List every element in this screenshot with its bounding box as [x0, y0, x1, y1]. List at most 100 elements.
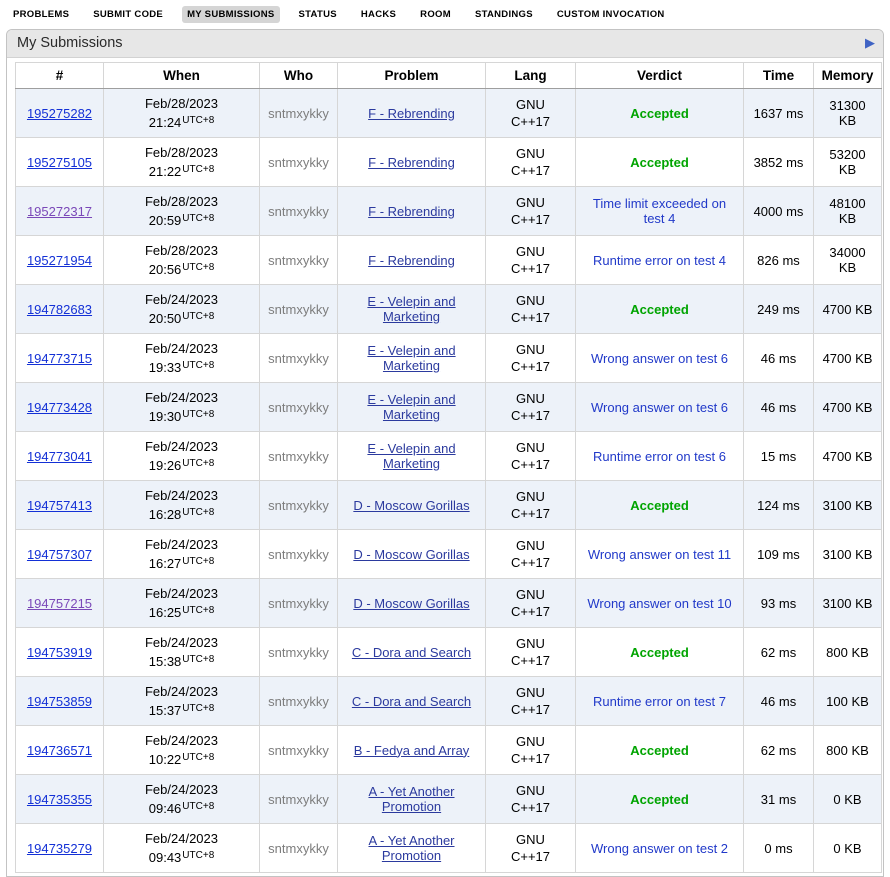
language-label: GNU C++17: [506, 194, 556, 228]
submission-id-link[interactable]: 194735279: [27, 841, 92, 856]
who-cell: sntmxykky: [260, 285, 338, 334]
problem-link[interactable]: A - Yet Another Promotion: [368, 784, 454, 814]
verdict-text[interactable]: Wrong answer on test 6: [591, 400, 728, 415]
problem-link[interactable]: C - Dora and Search: [352, 694, 471, 709]
problem-link[interactable]: E - Velepin and Marketing: [367, 294, 455, 324]
verdict-text[interactable]: Wrong answer on test 2: [591, 841, 728, 856]
submission-id-link[interactable]: 194782683: [27, 302, 92, 317]
problem-link[interactable]: F - Rebrending: [368, 253, 455, 268]
problem-link[interactable]: F - Rebrending: [368, 155, 455, 170]
submission-id-link[interactable]: 194757215: [27, 596, 92, 611]
language-label: GNU C++17: [506, 488, 556, 522]
timezone-label: UTC+8: [182, 213, 214, 224]
user-handle-link[interactable]: sntmxykky: [268, 645, 329, 660]
memory-used: 100 KB: [814, 677, 882, 726]
user-handle-link[interactable]: sntmxykky: [268, 498, 329, 513]
nav-item-hacks[interactable]: HACKS: [356, 6, 401, 23]
verdict-text[interactable]: Runtime error on test 7: [593, 694, 726, 709]
nav-item-standings[interactable]: STANDINGS: [470, 6, 538, 23]
nav-item-status[interactable]: STATUS: [294, 6, 342, 23]
submission-id-link[interactable]: 195272317: [27, 204, 92, 219]
id-cell: 194773428: [16, 383, 104, 432]
who-cell: sntmxykky: [260, 236, 338, 285]
verdict-text[interactable]: Accepted: [630, 498, 689, 513]
submission-id-link[interactable]: 194773428: [27, 400, 92, 415]
problem-link[interactable]: B - Fedya and Array: [354, 743, 470, 758]
submission-id-link[interactable]: 194753859: [27, 694, 92, 709]
problem-link[interactable]: A - Yet Another Promotion: [368, 833, 454, 863]
verdict-text[interactable]: Accepted: [630, 743, 689, 758]
lang-cell: GNU C++17: [486, 726, 576, 775]
user-handle-link[interactable]: sntmxykky: [268, 253, 329, 268]
submission-id-link[interactable]: 194773041: [27, 449, 92, 464]
lang-cell: GNU C++17: [486, 579, 576, 628]
verdict-cell: Wrong answer on test 2: [576, 824, 744, 873]
table-row: 194782683 Feb/24/2023 20:50UTC+8 sntmxyk…: [16, 285, 882, 334]
verdict-cell: Accepted: [576, 481, 744, 530]
verdict-text[interactable]: Time limit exceeded on test 4: [593, 196, 726, 226]
problem-link[interactable]: D - Moscow Gorillas: [353, 596, 469, 611]
who-cell: sntmxykky: [260, 824, 338, 873]
submission-id-link[interactable]: 195275105: [27, 155, 92, 170]
submission-id-link[interactable]: 194757413: [27, 498, 92, 513]
submission-id-link[interactable]: 194736571: [27, 743, 92, 758]
verdict-text[interactable]: Accepted: [630, 155, 689, 170]
user-handle-link[interactable]: sntmxykky: [268, 155, 329, 170]
nav-item-room[interactable]: ROOM: [415, 6, 456, 23]
verdict-text[interactable]: Wrong answer on test 11: [588, 547, 731, 562]
verdict-text[interactable]: Runtime error on test 4: [593, 253, 726, 268]
problem-link[interactable]: D - Moscow Gorillas: [353, 498, 469, 513]
nav-item-submit-code[interactable]: SUBMIT CODE: [88, 6, 168, 23]
problem-link[interactable]: E - Velepin and Marketing: [367, 441, 455, 471]
submission-time: 19:30: [149, 409, 182, 424]
user-handle-link[interactable]: sntmxykky: [268, 351, 329, 366]
submission-id-link[interactable]: 194753919: [27, 645, 92, 660]
submission-id-link[interactable]: 194735355: [27, 792, 92, 807]
verdict-text[interactable]: Wrong answer on test 6: [591, 351, 728, 366]
expand-arrow-icon[interactable]: ▶: [865, 35, 875, 51]
verdict-text[interactable]: Wrong answer on test 10: [587, 596, 731, 611]
problem-link[interactable]: D - Moscow Gorillas: [353, 547, 469, 562]
user-handle-link[interactable]: sntmxykky: [268, 204, 329, 219]
verdict-text[interactable]: Runtime error on test 6: [593, 449, 726, 464]
problem-link[interactable]: C - Dora and Search: [352, 645, 471, 660]
submission-time: 15:38: [149, 654, 182, 669]
problem-link[interactable]: F - Rebrending: [368, 106, 455, 121]
memory-used: 3100 KB: [814, 579, 882, 628]
user-handle-link[interactable]: sntmxykky: [268, 596, 329, 611]
id-cell: 195275282: [16, 89, 104, 138]
verdict-text[interactable]: Accepted: [630, 302, 689, 317]
timezone-label: UTC+8: [182, 507, 214, 518]
user-handle-link[interactable]: sntmxykky: [268, 841, 329, 856]
lang-cell: GNU C++17: [486, 481, 576, 530]
user-handle-link[interactable]: sntmxykky: [268, 400, 329, 415]
submission-id-link[interactable]: 194757307: [27, 547, 92, 562]
user-handle-link[interactable]: sntmxykky: [268, 449, 329, 464]
user-handle-link[interactable]: sntmxykky: [268, 302, 329, 317]
user-handle-link[interactable]: sntmxykky: [268, 743, 329, 758]
language-label: GNU C++17: [506, 390, 556, 424]
user-handle-link[interactable]: sntmxykky: [268, 792, 329, 807]
user-handle-link[interactable]: sntmxykky: [268, 106, 329, 121]
submission-id-link[interactable]: 195271954: [27, 253, 92, 268]
user-handle-link[interactable]: sntmxykky: [268, 694, 329, 709]
submission-time: 16:27: [149, 556, 182, 571]
problem-link[interactable]: F - Rebrending: [368, 204, 455, 219]
who-cell: sntmxykky: [260, 334, 338, 383]
submission-id-link[interactable]: 195275282: [27, 106, 92, 121]
problem-link[interactable]: E - Velepin and Marketing: [367, 392, 455, 422]
nav-item-custom-invocation[interactable]: CUSTOM INVOCATION: [552, 6, 670, 23]
nav-item-problems[interactable]: PROBLEMS: [8, 6, 74, 23]
lang-cell: GNU C++17: [486, 677, 576, 726]
problem-link[interactable]: E - Velepin and Marketing: [367, 343, 455, 373]
submission-time: 09:46: [149, 801, 182, 816]
verdict-cell: Runtime error on test 6: [576, 432, 744, 481]
submissions-panel: My Submissions ▶ #WhenWhoProblemLangVerd…: [6, 29, 884, 877]
lang-cell: GNU C++17: [486, 285, 576, 334]
verdict-text[interactable]: Accepted: [630, 645, 689, 660]
verdict-text[interactable]: Accepted: [630, 792, 689, 807]
submission-id-link[interactable]: 194773715: [27, 351, 92, 366]
user-handle-link[interactable]: sntmxykky: [268, 547, 329, 562]
nav-item-my-submissions[interactable]: MY SUBMISSIONS: [182, 6, 279, 23]
verdict-text[interactable]: Accepted: [630, 106, 689, 121]
